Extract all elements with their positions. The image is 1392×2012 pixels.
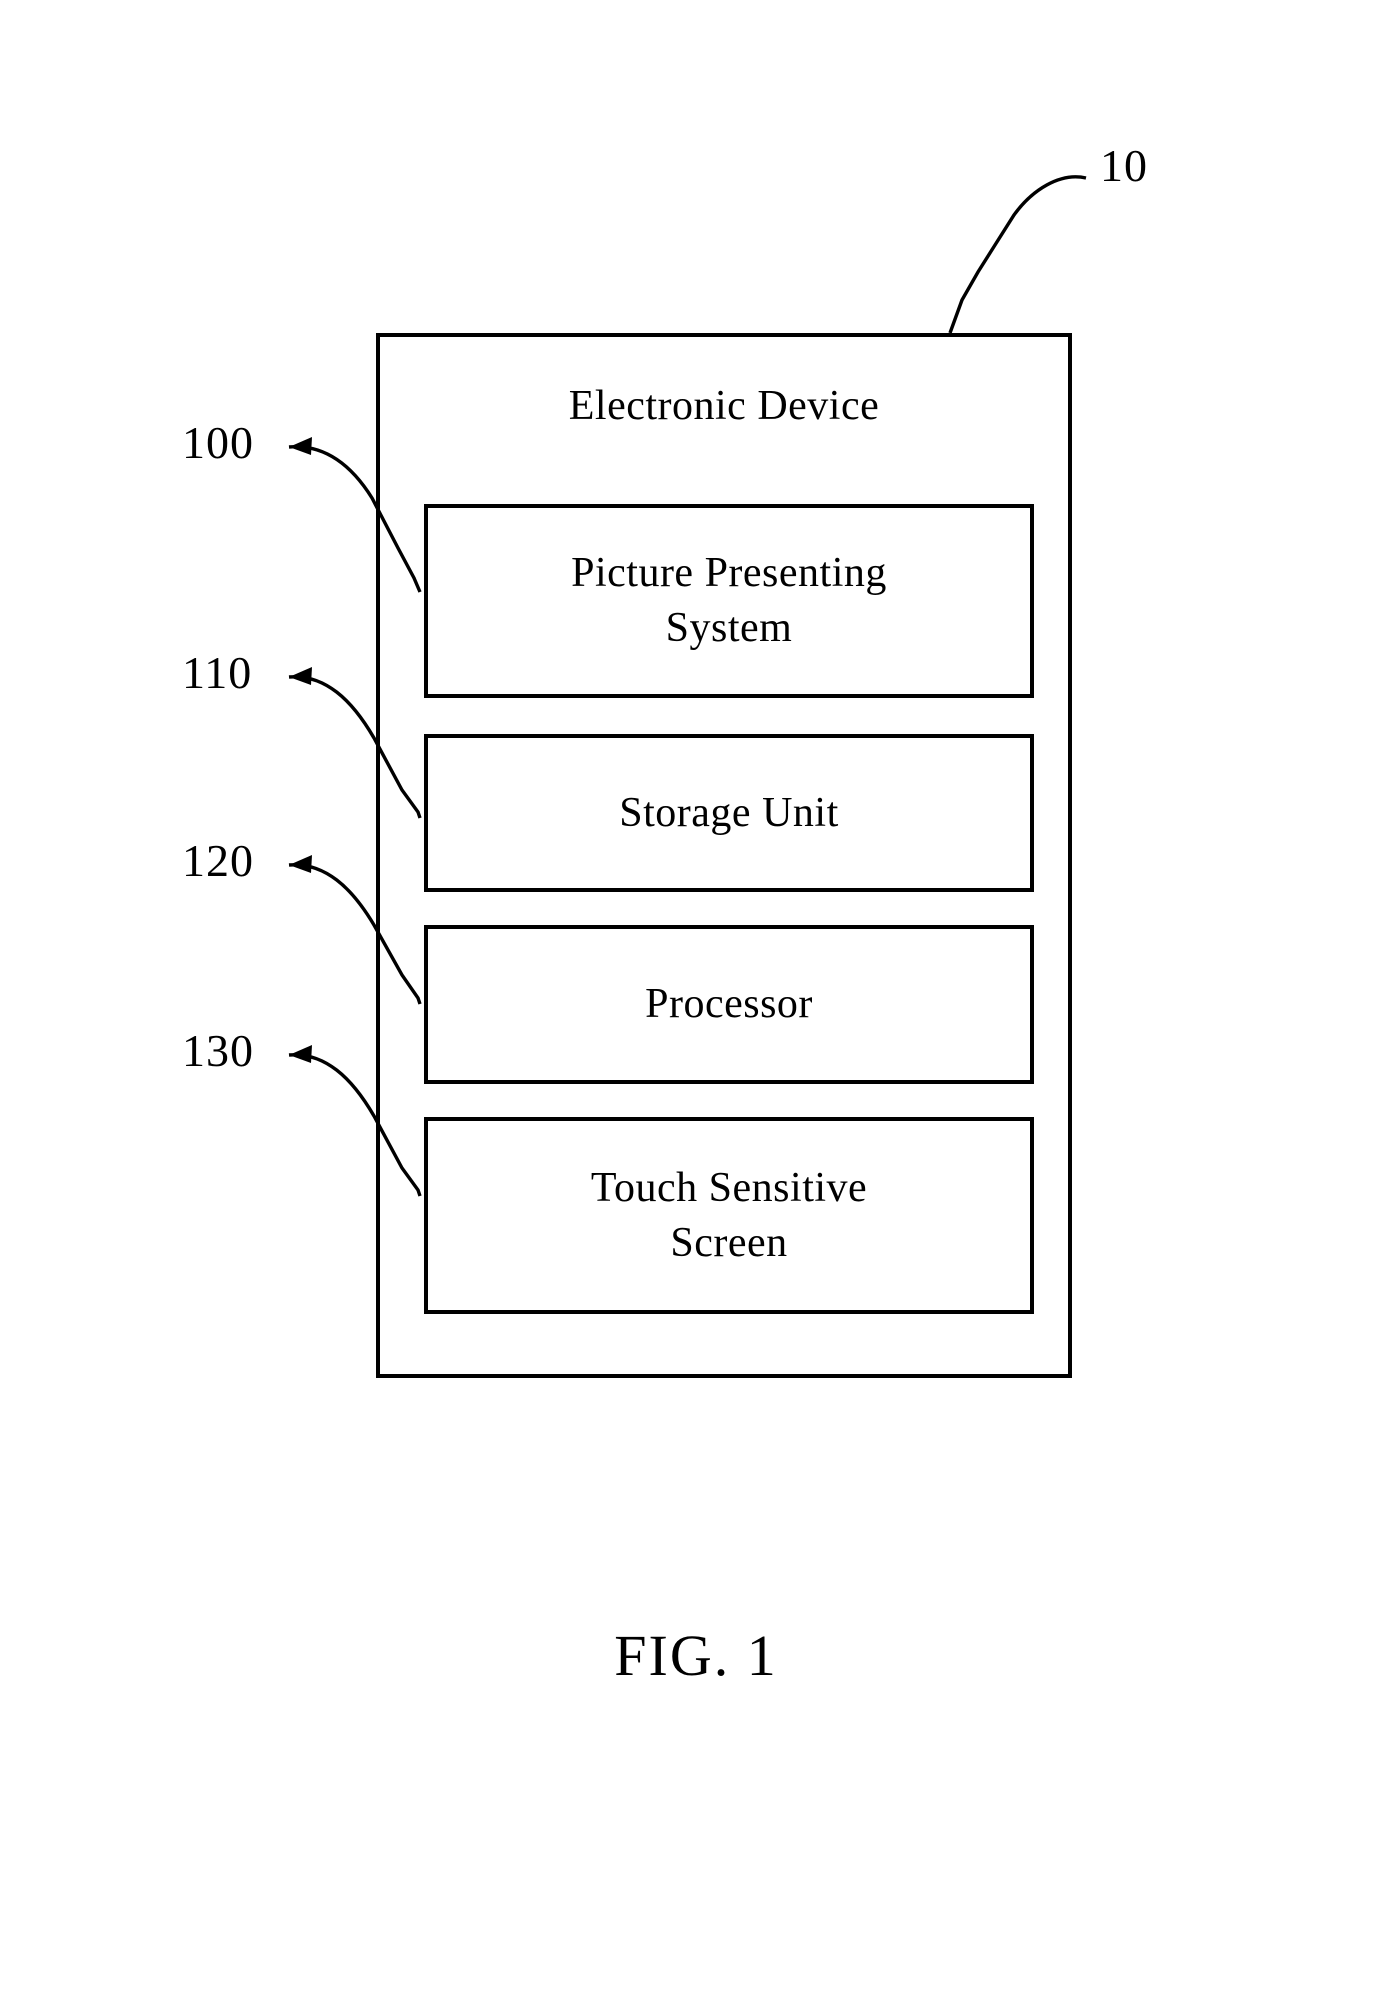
processor-label: Processor (633, 977, 825, 1032)
picture-presenting-system-label-line1: Picture Presenting (571, 550, 887, 597)
touch-sensitive-screen-label-line1: Touch Sensitive (590, 1164, 868, 1211)
electronic-device-label: Electronic Device (568, 383, 880, 429)
electronic-device-block: Electronic Device Picture Presenting Sys… (376, 333, 1072, 1378)
figure-caption: FIG. 1 (614, 1623, 778, 1688)
processor-label-line1: Processor (645, 981, 813, 1028)
picture-presenting-system-block: Picture Presenting System (424, 504, 1034, 698)
touch-sensitive-screen-label-line2: Screen (670, 1219, 788, 1266)
storage-unit-label-line1: Storage Unit (619, 789, 839, 836)
picture-presenting-system-label: Picture Presenting System (559, 546, 899, 655)
storage-unit-block: Storage Unit (424, 734, 1034, 892)
reference-numeral-120: 120 (182, 835, 254, 886)
processor-block: Processor (424, 925, 1034, 1084)
leader-line-10 (948, 175, 1087, 334)
reference-numeral-10: 10 (1100, 140, 1148, 191)
touch-sensitive-screen-label: Touch Sensitive Screen (579, 1161, 879, 1270)
patent-figure-canvas: Electronic Device Picture Presenting Sys… (0, 0, 1392, 2012)
reference-numeral-130: 130 (182, 1025, 254, 1076)
reference-numeral-100: 100 (182, 417, 254, 468)
picture-presenting-system-label-line2: System (665, 605, 793, 651)
reference-numeral-110: 110 (182, 647, 253, 698)
touch-sensitive-screen-block: Touch Sensitive Screen (424, 1117, 1034, 1314)
storage-unit-label: Storage Unit (607, 786, 850, 841)
